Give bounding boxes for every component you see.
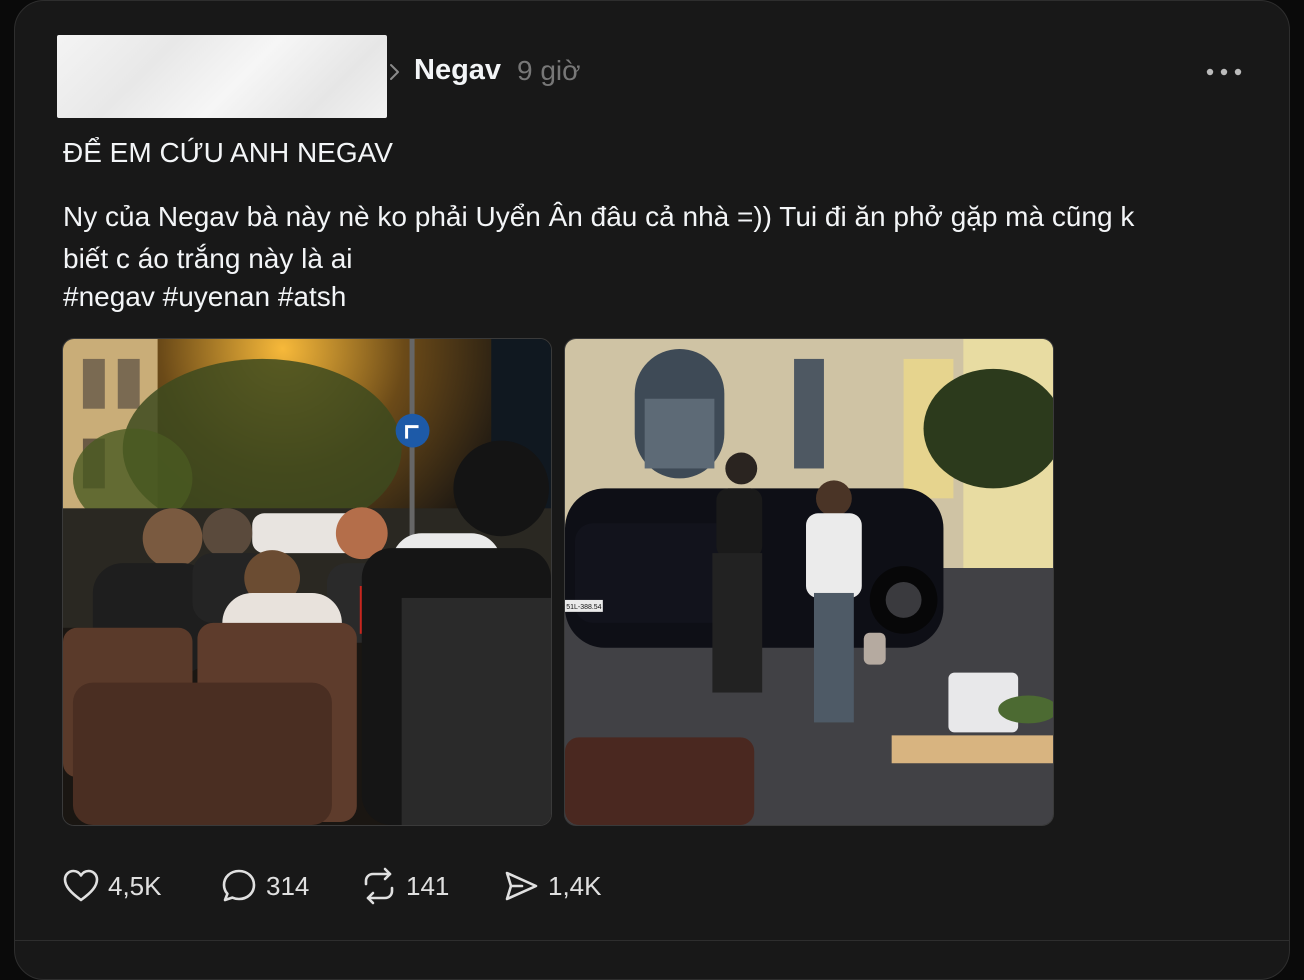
share-count: 1,4K <box>548 870 602 901</box>
reply-count: 314 <box>266 870 310 901</box>
post-hashtags[interactable]: #negav #uyenan #atsh <box>63 281 346 313</box>
repost-button[interactable]: 141 <box>360 866 449 906</box>
post-timestamp[interactable]: 9 giờ <box>517 55 581 87</box>
like-count: 4,5K <box>108 870 162 901</box>
post-title: ĐỂ EM CỨU ANH NEGAV <box>63 137 393 168</box>
ellipsis-icon[interactable] <box>1200 60 1248 84</box>
redacted-avatar-area <box>57 35 387 118</box>
like-button[interactable]: 4,5K <box>62 866 162 906</box>
author-username[interactable]: Negav <box>414 54 501 87</box>
night-street-restaurant-photo[interactable] <box>62 338 552 826</box>
share-button[interactable]: 1,4K <box>502 866 602 906</box>
post-body: Ny của Negav bà này nè ko phải Uyển Ân đ… <box>63 201 1135 274</box>
send-icon <box>505 871 538 901</box>
repost-arrows-icon <box>364 867 394 905</box>
post-divider <box>14 940 1290 941</box>
reply-button[interactable]: 314 <box>220 866 309 906</box>
heart-icon <box>63 869 99 902</box>
speech-bubble-icon <box>222 869 256 902</box>
chevron-right-icon <box>390 64 399 80</box>
couple-walking-by-car-photo[interactable]: 51L-388.54 <box>564 338 1054 826</box>
repost-count: 141 <box>406 870 450 901</box>
license-plate-text: 51L-388.54 <box>566 604 601 611</box>
